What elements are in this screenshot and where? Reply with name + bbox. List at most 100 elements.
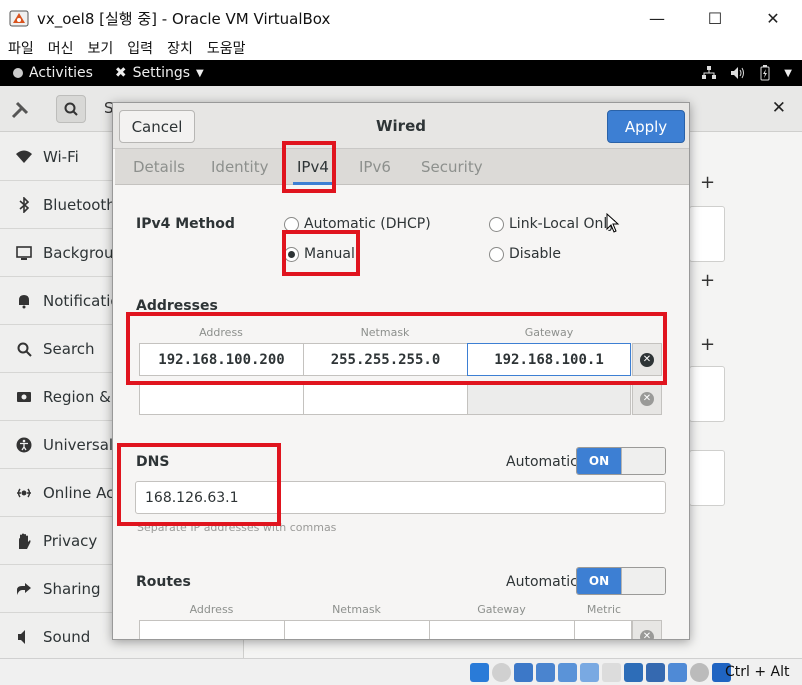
dialog-title: Wired bbox=[376, 117, 426, 135]
menu-input[interactable]: 입력 bbox=[127, 38, 153, 58]
mouse-integration-icon[interactable] bbox=[690, 663, 709, 682]
routes-automatic-switch[interactable]: ON bbox=[576, 567, 666, 595]
sidebar-item-label: Wi-Fi bbox=[43, 148, 79, 166]
switch-on-label: ON bbox=[577, 568, 621, 594]
route-netmask-input[interactable] bbox=[284, 620, 430, 639]
battery-icon bbox=[760, 65, 770, 81]
route-header-gateway: Gateway bbox=[477, 602, 526, 616]
sound-icon bbox=[14, 630, 34, 644]
sidebar-item-label: Online Acc bbox=[43, 484, 123, 502]
display-icon[interactable] bbox=[602, 663, 621, 682]
add-proxy-icon[interactable]: + bbox=[700, 334, 715, 355]
vbox-status-bar: Ctrl + Alt bbox=[0, 658, 802, 685]
fedora-logo-icon bbox=[13, 68, 23, 78]
radio-label: Link-Local Only bbox=[509, 216, 616, 232]
radio-label: Disable bbox=[509, 246, 561, 262]
ipv4-method-label: IPv4 Method bbox=[136, 216, 235, 232]
menu-view[interactable]: 보기 bbox=[88, 38, 114, 58]
volume-icon bbox=[731, 67, 745, 79]
add-connection-icon[interactable]: + bbox=[700, 172, 715, 193]
network-card-stub bbox=[689, 450, 725, 506]
method-link-local-radio[interactable]: Link-Local Only bbox=[489, 216, 616, 232]
system-tray[interactable]: ▼ bbox=[702, 60, 792, 86]
menu-machine[interactable]: 머신 bbox=[48, 38, 74, 58]
search-icon bbox=[14, 342, 34, 357]
network-card-stub bbox=[689, 206, 725, 262]
wired-connection-dialog: Cancel Wired Apply Details Identity IPv4… bbox=[112, 102, 690, 640]
menu-file[interactable]: 파일 bbox=[8, 38, 34, 58]
search-icon bbox=[64, 102, 78, 116]
window-title-bar: vx_oel8 [실행 중] - Oracle VM VirtualBox — … bbox=[0, 0, 802, 36]
highlight-dns bbox=[117, 443, 281, 526]
host-key-label: Ctrl + Alt bbox=[725, 664, 790, 680]
radio-button bbox=[489, 246, 504, 262]
apply-button[interactable]: Apply bbox=[607, 110, 685, 143]
sidebar-item-label: Privacy bbox=[43, 532, 98, 550]
minimize-icon[interactable]: — bbox=[628, 0, 686, 36]
ipv4-settings: IPv4 Method Automatic (DHCP) Link-Local … bbox=[113, 185, 689, 639]
tab-identity[interactable]: Identity bbox=[211, 149, 269, 185]
gnome-top-bar: Activities ✖ Settings ▼ ▼ bbox=[0, 60, 802, 86]
add-vpn-icon[interactable]: + bbox=[700, 270, 715, 291]
cpu-icon[interactable] bbox=[646, 663, 665, 682]
radio-button bbox=[489, 216, 504, 232]
delete-route-button[interactable]: ✕ bbox=[632, 620, 662, 639]
delete-icon: ✕ bbox=[640, 629, 654, 639]
vt-x-icon[interactable] bbox=[668, 663, 687, 682]
tab-details[interactable]: Details bbox=[133, 149, 185, 185]
video-capture-icon[interactable] bbox=[624, 663, 643, 682]
app-menu-button[interactable]: ✖ Settings ▼ bbox=[115, 65, 204, 81]
shared-folders-icon[interactable] bbox=[580, 663, 599, 682]
delete-address-button[interactable]: ✕ bbox=[632, 382, 662, 415]
settings-close-icon[interactable]: ✕ bbox=[772, 98, 786, 118]
usb-icon[interactable] bbox=[558, 663, 577, 682]
cancel-button[interactable]: Cancel bbox=[119, 110, 195, 143]
audio-icon[interactable] bbox=[514, 663, 533, 682]
switch-knob bbox=[621, 448, 665, 474]
menu-devices[interactable]: 장치 bbox=[167, 38, 193, 58]
virtualbox-app-icon bbox=[9, 10, 29, 27]
route-gateway-input[interactable] bbox=[429, 620, 575, 639]
tab-security[interactable]: Security bbox=[421, 149, 483, 185]
optical-drive-icon[interactable] bbox=[492, 663, 511, 682]
mouse-cursor-icon bbox=[606, 213, 620, 233]
activities-button[interactable]: Activities bbox=[13, 65, 93, 81]
menu-help[interactable]: 도움말 bbox=[207, 38, 246, 58]
online-accounts-icon bbox=[14, 486, 34, 500]
route-metric-input[interactable] bbox=[574, 620, 632, 639]
dialog-header: Cancel Wired Apply bbox=[113, 103, 689, 149]
gateway-input[interactable] bbox=[467, 382, 631, 415]
sidebar-item-label: Bluetooth bbox=[43, 196, 116, 214]
chevron-down-icon: ▼ bbox=[196, 67, 204, 79]
switch-on-label: ON bbox=[577, 448, 621, 474]
window-title: vx_oel8 [실행 중] - Oracle VM VirtualBox bbox=[37, 9, 331, 28]
dialog-tabs: Details Identity IPv4 IPv6 Security bbox=[115, 149, 689, 185]
switch-knob bbox=[621, 568, 665, 594]
highlight-ipv4-tab bbox=[282, 141, 336, 193]
region-icon bbox=[14, 390, 34, 404]
route-address-input[interactable] bbox=[139, 620, 285, 639]
hard-disk-icon[interactable] bbox=[470, 663, 489, 682]
close-icon[interactable]: ✕ bbox=[744, 0, 802, 36]
tab-ipv6[interactable]: IPv6 bbox=[359, 149, 391, 185]
netmask-input[interactable] bbox=[303, 382, 468, 415]
app-menu-label: Settings bbox=[132, 65, 191, 81]
sidebar-item-label: Search bbox=[43, 340, 95, 358]
sidebar-item-label: Sound bbox=[43, 628, 91, 646]
method-disable-radio[interactable]: Disable bbox=[489, 246, 561, 262]
route-header-netmask: Netmask bbox=[332, 602, 381, 616]
tools-icon: ✖ bbox=[114, 65, 127, 81]
address-input[interactable] bbox=[139, 382, 304, 415]
dns-automatic-label: Automatic bbox=[506, 454, 578, 470]
vbox-device-icons bbox=[470, 663, 731, 682]
search-toggle-button[interactable] bbox=[56, 95, 86, 123]
notifications-icon bbox=[14, 293, 34, 309]
routes-title: Routes bbox=[136, 574, 191, 590]
network-icon bbox=[702, 66, 717, 79]
network-adapter-icon[interactable] bbox=[536, 663, 555, 682]
maximize-icon[interactable]: ☐ bbox=[686, 0, 744, 36]
route-header-metric: Metric bbox=[586, 602, 622, 616]
sharing-icon bbox=[14, 582, 34, 596]
dns-automatic-switch[interactable]: ON bbox=[576, 447, 666, 475]
activities-label: Activities bbox=[29, 65, 93, 81]
